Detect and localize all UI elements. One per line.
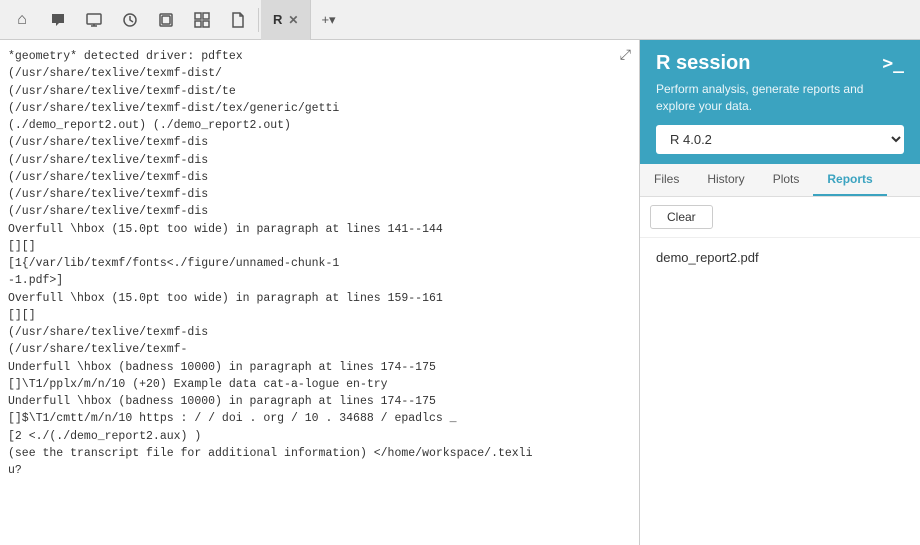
r-session-description: Perform analysis, generate reports and e… [656,81,904,115]
expand-button[interactable]: ⤢ [620,46,631,63]
toolbar-separator [258,8,259,32]
file-icon[interactable] [220,2,256,38]
main-area: ⤢ *geometry* detected driver: pdftex (/u… [0,40,920,545]
grid-icon[interactable] [184,2,220,38]
r-tab-label: R [273,12,282,27]
r-session-prompt: >_ [882,53,904,74]
r-tab-history[interactable]: History [693,164,758,196]
r-session-header: R session >_ Perform analysis, generate … [640,40,920,164]
r-tab[interactable]: R ✕ [261,0,311,40]
r-session-title-row: R session >_ [656,52,904,75]
clock-icon[interactable] [112,2,148,38]
r-tab-plots[interactable]: Plots [759,164,814,196]
layers-icon[interactable] [148,2,184,38]
r-session-title: R session [656,52,750,75]
r-tab-close[interactable]: ✕ [288,13,298,27]
r-session-tabs: FilesHistoryPlotsReports [640,164,920,197]
chat-icon[interactable] [40,2,76,38]
r-actions: Clear [640,197,920,238]
report-item[interactable]: demo_report2.pdf [640,238,920,277]
add-tab-button[interactable]: +▾ [311,12,345,28]
r-tab-files[interactable]: Files [640,164,693,196]
r-content: Clear demo_report2.pdf [640,197,920,545]
home-icon[interactable]: ⌂ [4,2,40,38]
console-panel: ⤢ *geometry* detected driver: pdftex (/u… [0,40,640,545]
clear-button[interactable]: Clear [650,205,713,229]
toolbar: ⌂ R ✕ +▾ [0,0,920,40]
r-tab-reports[interactable]: Reports [813,164,886,196]
r-version-select[interactable]: R 4.0.2R 4.1.0R 3.6.3 [656,125,904,154]
console-output[interactable]: *geometry* detected driver: pdftex (/usr… [0,40,639,545]
r-session-panel: R session >_ Perform analysis, generate … [640,40,920,545]
monitor-icon[interactable] [76,2,112,38]
